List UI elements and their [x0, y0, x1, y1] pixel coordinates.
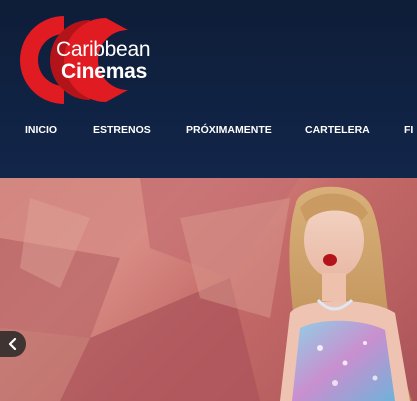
- chevron-left-icon: [8, 338, 17, 350]
- main-nav: INICIO ESTRENOS PRÓXIMAMENTE CARTELERA F…: [0, 124, 417, 140]
- page: Caribbean Cinemas INICIO ESTRENOS PRÓXIM…: [0, 0, 417, 401]
- hero-carousel[interactable]: [0, 178, 417, 401]
- logo-line-cinemas: Cinemas: [61, 60, 148, 83]
- caribbean-cinemas-logo[interactable]: Caribbean Cinemas: [18, 12, 151, 106]
- nav-item-cartelera[interactable]: CARTELERA: [305, 124, 370, 136]
- site-header: Caribbean Cinemas INICIO ESTRENOS PRÓXIM…: [0, 0, 417, 178]
- logo-wordmark: Caribbean Cinemas: [56, 38, 151, 83]
- nav-item-estrenos[interactable]: ESTRENOS: [93, 124, 151, 136]
- nav-item-proximamente[interactable]: PRÓXIMAMENTE: [186, 124, 272, 136]
- logo-line-caribbean: Caribbean: [56, 38, 151, 61]
- carousel-prev-button[interactable]: [0, 331, 26, 357]
- hero-slide-image: [0, 178, 412, 401]
- nav-item-inicio[interactable]: INICIO: [25, 124, 57, 136]
- nav-item-fi[interactable]: FI: [404, 124, 413, 136]
